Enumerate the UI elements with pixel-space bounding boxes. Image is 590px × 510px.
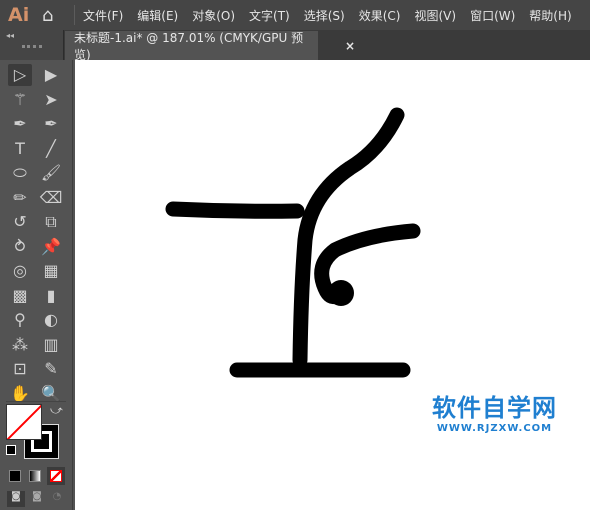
rotate-tool-icon[interactable]: ↺ xyxy=(8,211,32,233)
slice-tool-icon[interactable]: ✎ xyxy=(39,358,63,380)
menu-edit[interactable]: 编辑(E) xyxy=(137,7,178,24)
menu-select[interactable]: 选择(S) xyxy=(304,7,345,24)
eraser-tool-icon[interactable]: ⌫ xyxy=(39,187,63,209)
draw-behind-icon[interactable]: ◙ xyxy=(29,491,45,507)
line-tool-icon[interactable]: ╱ xyxy=(39,138,63,160)
puppet-warp-tool-icon[interactable]: ⥁ xyxy=(8,236,32,258)
stroke-top-left xyxy=(165,201,305,219)
menu-bar: Ai ⌂ 文件(F) 编辑(E) 对象(O) 文字(T) 选择(S) 效果(C)… xyxy=(0,0,590,30)
column-graph-tool-icon[interactable]: ▥ xyxy=(39,334,63,356)
mesh-tool-icon[interactable]: ▩ xyxy=(8,285,32,307)
menu-file[interactable]: 文件(F) xyxy=(83,7,123,24)
direct-selection-tool-icon[interactable]: ▶ xyxy=(39,64,63,86)
app-logo: Ai xyxy=(8,4,30,26)
menu-object[interactable]: 对象(O) xyxy=(192,7,235,24)
document-tab-title: 未标题-1.ai* @ 187.01% (CMYK/GPU 预览) xyxy=(74,30,304,62)
draw-inside-icon[interactable]: ◔ xyxy=(49,491,65,507)
blend-tool-icon[interactable]: ◐ xyxy=(39,309,63,331)
menu-window[interactable]: 窗口(W) xyxy=(470,7,515,24)
close-icon[interactable]: × xyxy=(345,39,355,53)
perspective-grid-tool-icon[interactable]: ▦ xyxy=(39,260,63,282)
fill-swatch[interactable] xyxy=(6,404,42,440)
divider xyxy=(6,401,66,402)
pin-tool-icon[interactable]: 📌 xyxy=(39,236,63,258)
home-icon[interactable]: ⌂ xyxy=(42,5,64,26)
menu-help[interactable]: 帮助(H) xyxy=(529,7,571,24)
selection-tool-icon[interactable]: ▷ xyxy=(8,64,32,86)
menu-view[interactable]: 视图(V) xyxy=(414,7,456,24)
divider xyxy=(74,5,75,25)
menu-effect[interactable]: 效果(C) xyxy=(359,7,401,24)
ellipse-tool-icon[interactable]: ⬭ xyxy=(8,162,32,184)
color-mode-button[interactable] xyxy=(9,470,21,482)
artwork xyxy=(165,107,421,378)
scale-tool-icon[interactable]: ⧉ xyxy=(39,211,63,233)
watermark: 软件自学网 WWW.RJZXW.COM xyxy=(432,388,557,434)
magic-wand-tool-icon[interactable]: ⚚ xyxy=(8,89,32,111)
artboard-canvas[interactable] xyxy=(75,60,590,510)
tools-panel: ▷ ▶ ⚚ ➤ ✒ ✒ T ╱ ⬭ 🖌 ✏ ⌫ ↺ ⧉ ⥁ 📌 ◎ ▦ ▩ ▮ ⚲ ◐ ⁂ ▥ ⊡ ✎ ✋ 🔍 ⤻ ◙ ◙ ◔ xyxy=(0,60,73,510)
toolbar-header[interactable]: ◂◂ xyxy=(0,30,64,60)
type-tool-icon[interactable]: T xyxy=(8,138,32,160)
shape-builder-tool-icon[interactable]: ◎ xyxy=(8,260,32,282)
watermark-title: 软件自学网 xyxy=(432,394,557,422)
pen-tool-icon[interactable]: ✒ xyxy=(8,113,32,135)
default-colors-icon[interactable] xyxy=(6,445,16,455)
menu-type[interactable]: 文字(T) xyxy=(249,7,290,24)
eyedropper-tool-icon[interactable]: ⚲ xyxy=(8,309,32,331)
curvature-tool-icon[interactable]: ✒ xyxy=(39,113,63,135)
document-tab[interactable]: 未标题-1.ai* @ 187.01% (CMYK/GPU 预览) × xyxy=(65,30,355,62)
none-mode-button[interactable] xyxy=(47,467,65,485)
draw-normal-icon[interactable]: ◙ xyxy=(7,491,25,507)
gradient-tool-icon[interactable]: ▮ xyxy=(39,285,63,307)
lasso-tool-icon[interactable]: ➤ xyxy=(39,89,63,111)
stroke-dot xyxy=(328,280,354,306)
artboard-tool-icon[interactable]: ⊡ xyxy=(8,358,32,380)
grip-handle[interactable] xyxy=(22,45,42,48)
paintbrush-tool-icon[interactable]: 🖌 xyxy=(39,162,63,184)
symbol-sprayer-tool-icon[interactable]: ⁂ xyxy=(8,334,32,356)
collapse-icon[interactable]: ◂◂ xyxy=(6,31,14,40)
gradient-mode-button[interactable] xyxy=(29,470,41,482)
swap-icon[interactable]: ⤻ xyxy=(50,403,63,418)
watermark-url: WWW.RJZXW.COM xyxy=(436,423,553,434)
pencil-tool-icon[interactable]: ✏ xyxy=(8,187,32,209)
